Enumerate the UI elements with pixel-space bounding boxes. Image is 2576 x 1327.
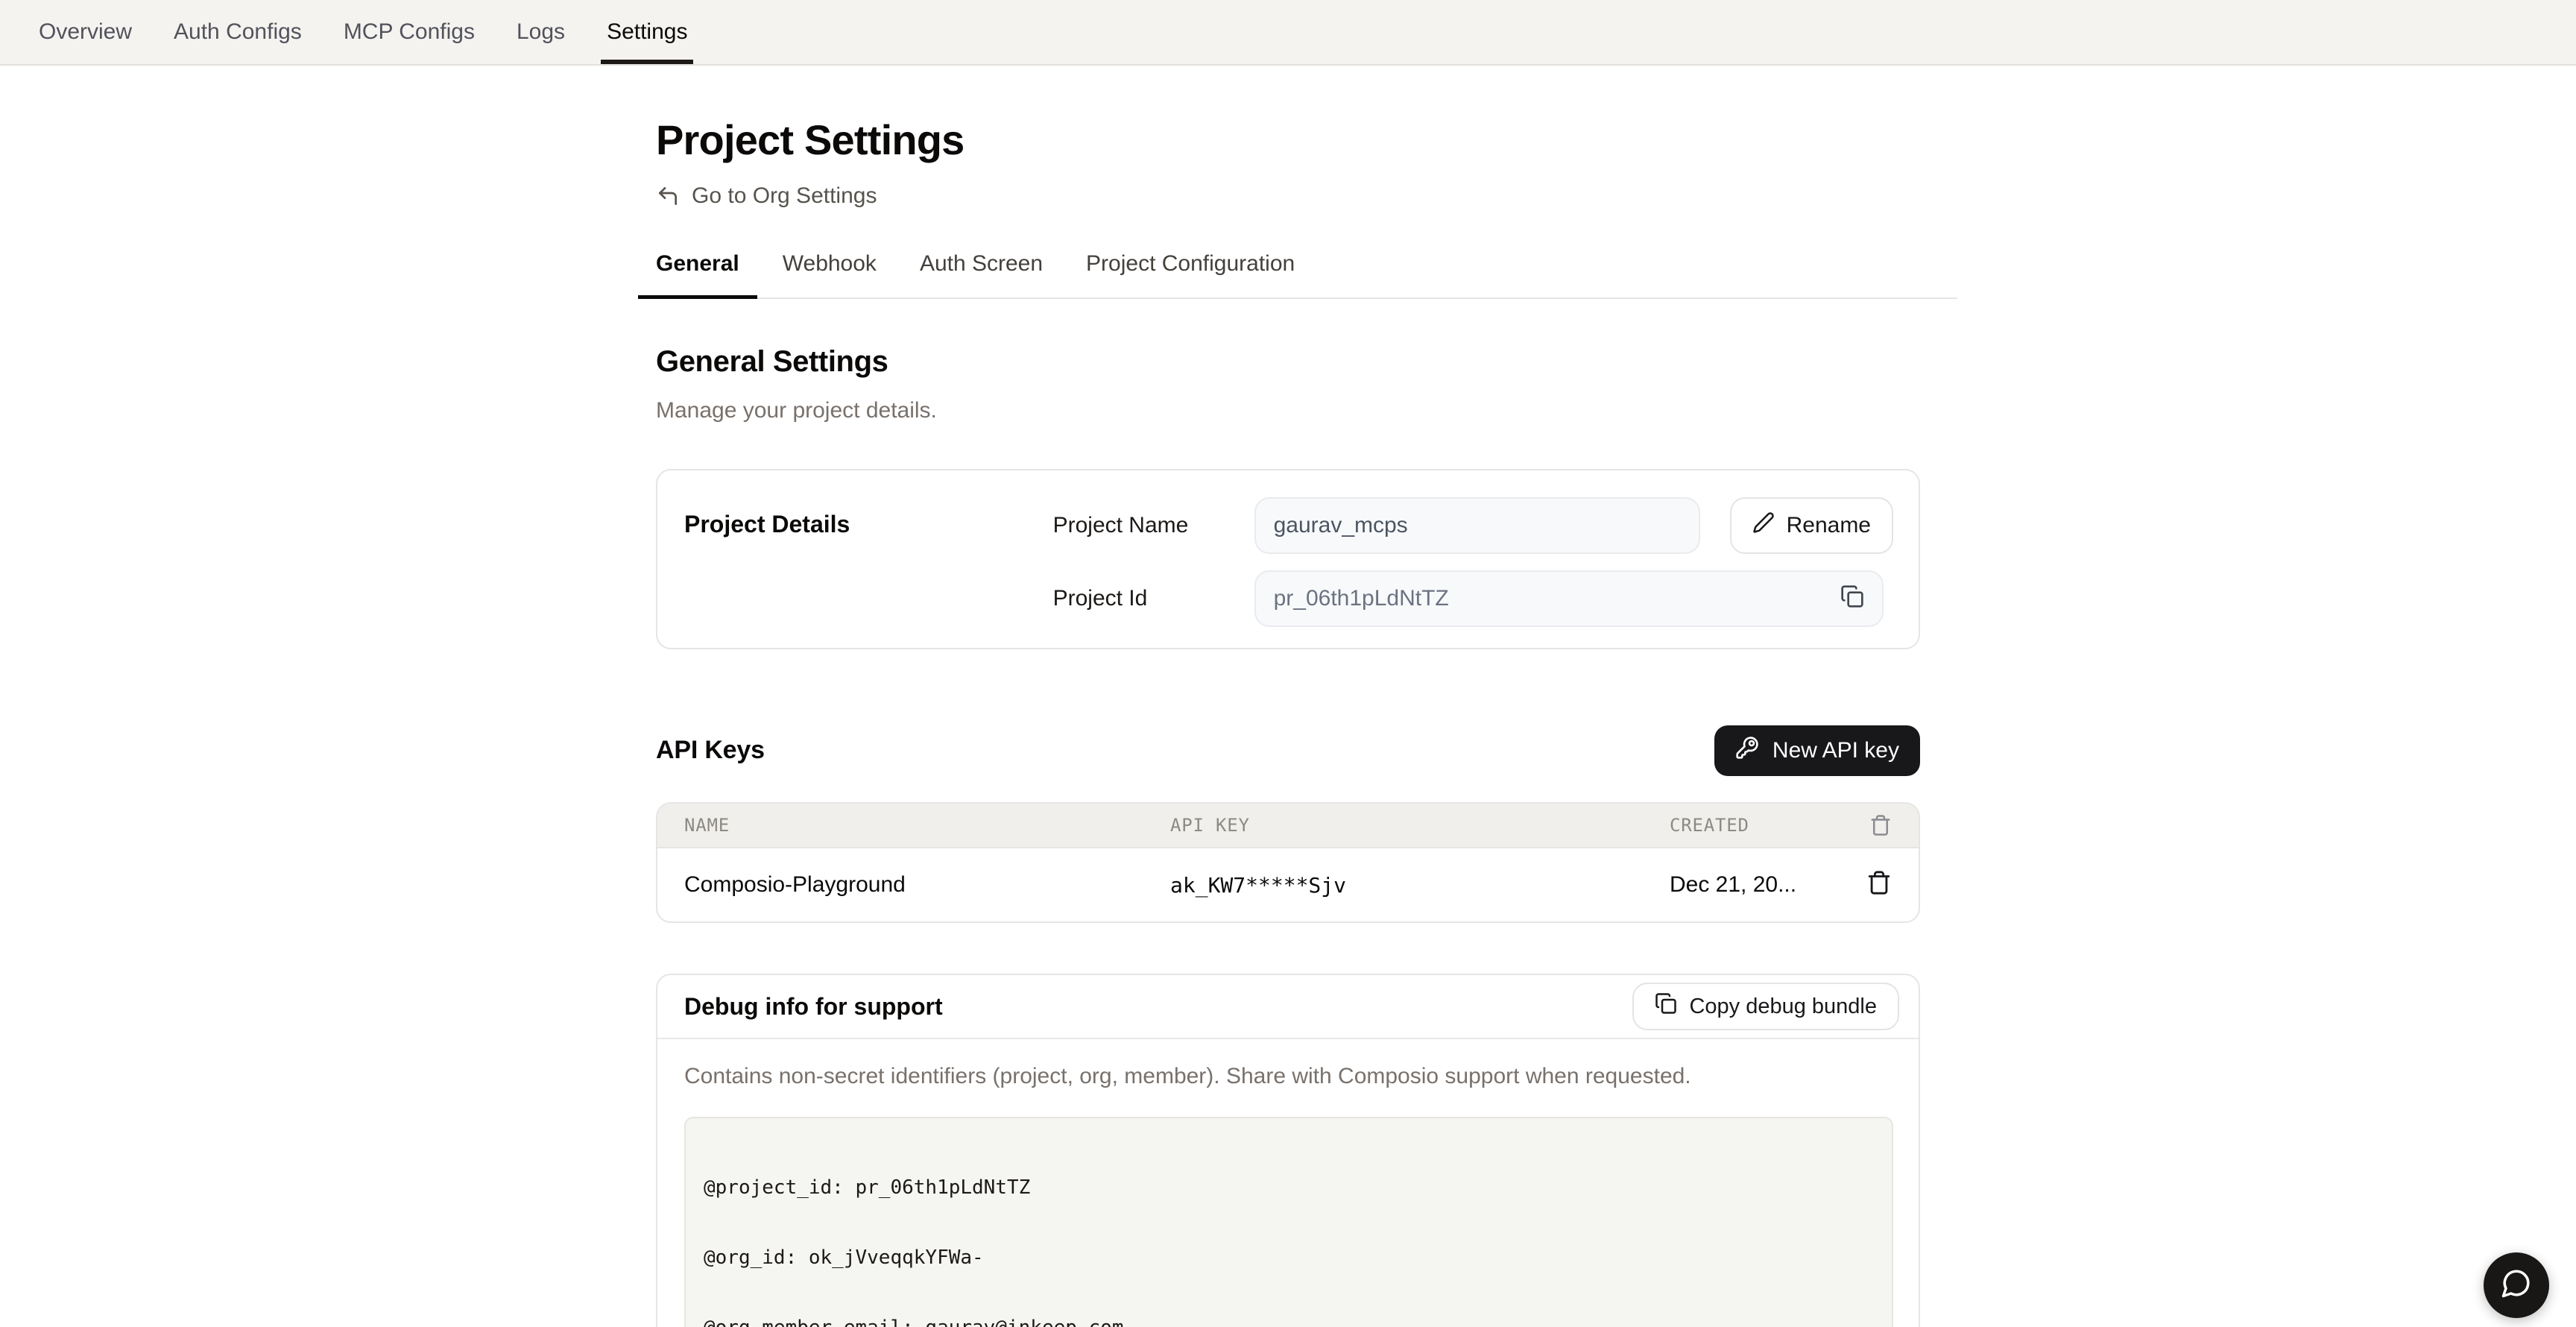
tab-project-configuration[interactable]: Project Configuration xyxy=(1068,250,1313,297)
page-title: Project Settings xyxy=(656,115,1920,166)
header-name: NAME xyxy=(684,815,1170,836)
project-details-fields: Project Name Rename Project Id xyxy=(1053,497,1893,624)
api-key-name: Composio-Playground xyxy=(684,872,1170,898)
api-keys-header: API Keys New API key xyxy=(656,710,1920,790)
code-line: @org_member_email: gaurav@inkeep.com xyxy=(704,1317,1874,1327)
api-key-value: ak_KW7*****Sjv xyxy=(1170,873,1670,898)
main-content: Project Settings Go to Org Settings Gene… xyxy=(656,115,1920,1327)
code-line: @org_id: ok_jVveqqkYFWa- xyxy=(704,1246,1874,1270)
project-id-value: pr_06th1pLdNtTZ xyxy=(1274,586,1449,611)
table-header-row: NAME API KEY CREATED xyxy=(657,804,1919,848)
tab-general[interactable]: General xyxy=(638,250,757,297)
tab-auth-screen[interactable]: Auth Screen xyxy=(902,250,1061,297)
header-api-key: API KEY xyxy=(1170,815,1670,836)
project-name-input[interactable] xyxy=(1254,497,1700,554)
trash-icon xyxy=(1869,814,1892,836)
copy-icon xyxy=(1655,992,1677,1021)
nav-item-logs[interactable]: Logs xyxy=(496,0,586,64)
copy-debug-bundle-button[interactable]: Copy debug bundle xyxy=(1632,983,1899,1030)
row-actions xyxy=(1850,870,1892,901)
nav-item-overview[interactable]: Overview xyxy=(18,0,153,64)
debug-card-header: Debug info for support Copy debug bundle xyxy=(657,975,1919,1039)
project-id-row: Project Id pr_06th1pLdNtTZ xyxy=(1053,570,1893,627)
general-settings-subtitle: Manage your project details. xyxy=(656,396,1920,426)
copy-icon xyxy=(1840,584,1864,614)
tab-webhook[interactable]: Webhook xyxy=(765,250,894,297)
debug-code-block: @project_id: pr_06th1pLdNtTZ @org_id: ok… xyxy=(684,1117,1893,1327)
debug-card-title: Debug info for support xyxy=(684,993,943,1021)
copy-debug-bundle-label: Copy debug bundle xyxy=(1689,995,1877,1019)
back-link-label: Go to Org Settings xyxy=(692,183,877,209)
api-key-created: Dec 21, 20... xyxy=(1670,872,1850,898)
app-window: Overview Auth Configs MCP Configs Logs S… xyxy=(0,0,2576,1327)
new-api-key-label: New API key xyxy=(1772,738,1899,763)
debug-description: Contains non-secret identifiers (project… xyxy=(684,1062,1893,1091)
nav-item-mcp-configs[interactable]: MCP Configs xyxy=(323,0,496,64)
nav-item-settings[interactable]: Settings xyxy=(586,0,708,64)
pencil-icon xyxy=(1752,511,1775,540)
debug-card-body: Contains non-secret identifiers (project… xyxy=(657,1039,1919,1327)
chat-button[interactable] xyxy=(2484,1252,2549,1318)
api-keys-heading: API Keys xyxy=(656,736,765,765)
header-actions xyxy=(1850,814,1892,836)
key-icon xyxy=(1735,736,1759,766)
rename-button-label: Rename xyxy=(1787,513,1871,538)
header-created: CREATED xyxy=(1670,815,1850,836)
debug-info-card: Debug info for support Copy debug bundle… xyxy=(656,974,1920,1327)
top-nav: Overview Auth Configs MCP Configs Logs S… xyxy=(0,0,2576,66)
nav-item-auth-configs[interactable]: Auth Configs xyxy=(153,0,323,64)
project-name-row: Project Name Rename xyxy=(1053,497,1893,554)
project-id-field: pr_06th1pLdNtTZ xyxy=(1254,570,1884,627)
project-id-label: Project Id xyxy=(1053,586,1254,611)
copy-project-id-button[interactable] xyxy=(1840,584,1864,614)
return-arrow-icon xyxy=(656,184,680,208)
table-row: Composio-Playground ak_KW7*****Sjv Dec 2… xyxy=(657,848,1919,921)
chat-bubble-icon xyxy=(2501,1267,2532,1304)
project-details-card: Project Details Project Name Rename xyxy=(656,469,1920,649)
new-api-key-button[interactable]: New API key xyxy=(1714,725,1920,776)
go-to-org-settings-link[interactable]: Go to Org Settings xyxy=(656,183,877,209)
general-settings-heading: General Settings xyxy=(656,344,1920,379)
api-keys-table: NAME API KEY CREATED Composio-Playground… xyxy=(656,802,1920,923)
rename-button[interactable]: Rename xyxy=(1730,497,1893,554)
code-line: @project_id: pr_06th1pLdNtTZ xyxy=(704,1176,1874,1200)
settings-tabs: General Webhook Auth Screen Project Conf… xyxy=(638,250,1957,299)
project-name-label: Project Name xyxy=(1053,513,1254,538)
delete-api-key-button[interactable] xyxy=(1866,870,1892,901)
trash-icon xyxy=(1866,870,1892,901)
project-details-title: Project Details xyxy=(684,497,1053,624)
